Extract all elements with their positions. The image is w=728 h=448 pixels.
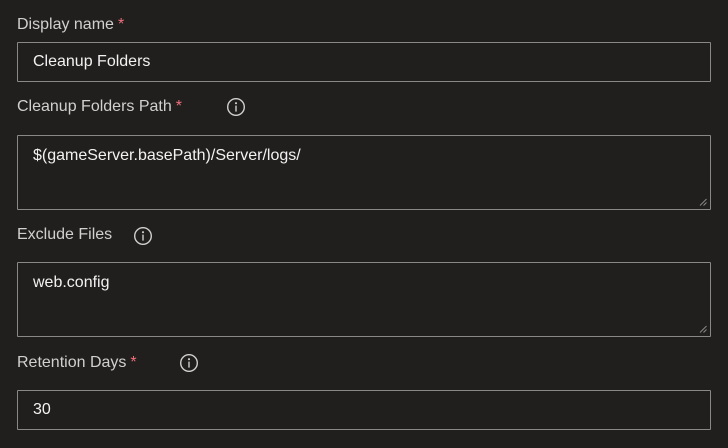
resize-grip-icon[interactable] (699, 198, 707, 206)
required-marker: * (175, 98, 182, 115)
retention-days-input[interactable] (17, 390, 711, 430)
info-icon[interactable] (226, 97, 246, 117)
retention-days-label: Retention Days * (17, 353, 137, 373)
required-marker: * (117, 16, 125, 33)
cleanup-path-textarea[interactable]: $(gameServer.basePath)/Server/logs/ (17, 135, 711, 210)
info-icon[interactable] (133, 226, 153, 246)
info-icon[interactable] (179, 353, 199, 373)
required-marker: * (130, 354, 137, 371)
display-name-input[interactable] (17, 42, 711, 82)
exclude-files-label: Exclude Files (17, 225, 112, 245)
resize-grip-icon[interactable] (699, 325, 707, 333)
task-settings-form: Display name* Cleanup Folders Path* $(ga… (0, 0, 728, 448)
retention-days-label-text: Retention Days (17, 354, 127, 371)
cleanup-path-label: Cleanup Folders Path * (17, 97, 182, 117)
display-name-label: Display name * (17, 15, 124, 35)
cleanup-path-label-text: Cleanup Folders Path (17, 98, 172, 115)
display-name-label-text: Display name (17, 16, 114, 33)
exclude-files-label-text: Exclude Files (17, 226, 113, 243)
exclude-files-textarea[interactable]: web.config (17, 262, 711, 337)
